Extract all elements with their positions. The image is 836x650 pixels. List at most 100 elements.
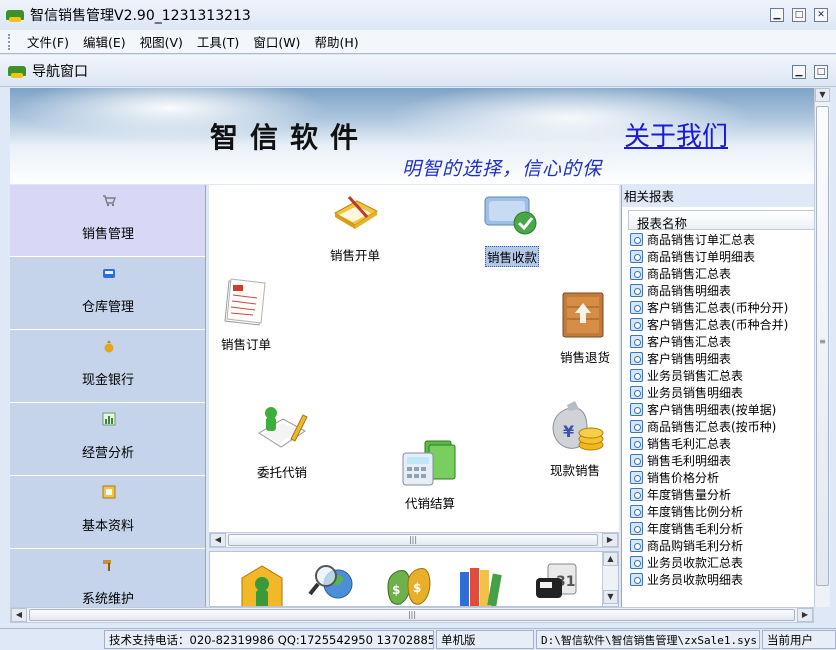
report-list-item[interactable]: 客户销售明细表(按单据) xyxy=(630,401,814,418)
scroll-right-icon[interactable]: ▶ xyxy=(602,533,618,547)
report-icon xyxy=(630,318,643,331)
report-icon xyxy=(630,369,643,382)
nav-label-system: 系统维护 xyxy=(81,592,134,607)
nav-item-warehouse[interactable]: 仓库管理 xyxy=(10,258,205,330)
report-item-label: 业务员收款明细表 xyxy=(647,573,744,587)
icon-strip-scrollbar[interactable]: ▲ ▼ xyxy=(602,552,618,606)
report-list-item[interactable]: 年度销售比例分析 xyxy=(630,503,814,520)
consign-sale-icon xyxy=(258,407,308,448)
child-window-title: 导航窗口 xyxy=(32,63,88,80)
scroll-down-icon[interactable]: ▼ xyxy=(603,590,618,604)
report-list-item[interactable]: 商品销售汇总表(按币种) xyxy=(630,418,814,435)
scroll-down-icon[interactable]: ▼ xyxy=(815,88,830,102)
report-list-item[interactable]: 销售毛利汇总表 xyxy=(630,435,814,452)
func-label-cash-sale: 现款销售 xyxy=(550,463,601,478)
menu-file[interactable]: 文件(F) xyxy=(20,30,76,53)
calendar-device-icon[interactable]: 31 xyxy=(532,558,584,607)
report-list-item[interactable]: 商品销售汇总表 xyxy=(630,265,814,282)
scroll-right-icon[interactable]: ▶ xyxy=(797,608,813,622)
report-list-item[interactable]: 销售价格分析 xyxy=(630,469,814,486)
money-bag-icon xyxy=(104,340,114,353)
nav-item-basic-data[interactable]: 基本资料 xyxy=(10,477,205,549)
report-list-item[interactable]: 商品销售明细表 xyxy=(630,282,814,299)
gold-person-icon[interactable] xyxy=(236,558,288,607)
reports-column-header[interactable]: 报表名称 xyxy=(628,210,814,231)
report-item-label: 销售毛利汇总表 xyxy=(647,437,732,451)
func-label-sales-slip: 销售开单 xyxy=(330,248,381,263)
report-icon xyxy=(630,573,643,586)
window-hscroll-thumb[interactable]: ||| xyxy=(29,609,795,621)
nav-item-system[interactable]: 系统维护 xyxy=(10,550,205,607)
banner-title: 智信软件 xyxy=(210,121,371,154)
status-support: 技术支持电话：020-82319986 QQ:1725542950 137028… xyxy=(104,630,434,649)
menu-edit[interactable]: 编辑(E) xyxy=(76,30,133,53)
minimize-icon[interactable]: ▁ xyxy=(770,8,784,22)
func-label-consign-settle: 代销结算 xyxy=(405,496,456,511)
report-list-item[interactable]: 业务员收款汇总表 xyxy=(630,554,814,571)
menu-bar: 文件(F) 编辑(E) 视图(V) 工具(T) 窗口(W) 帮助(H) xyxy=(0,30,836,54)
money-bags-icon[interactable]: $ $ xyxy=(382,558,434,607)
report-list: 商品销售订单汇总表 商品销售订单明细表 商品销售汇总表 商品销售明细表 客户销售汇总表(… xyxy=(630,231,814,588)
report-list-item[interactable]: 客户销售汇总表(币种分开) xyxy=(630,299,814,316)
report-icon xyxy=(630,403,643,416)
report-icon xyxy=(630,539,643,552)
child-restore-icon[interactable]: □ xyxy=(814,65,828,79)
report-list-item[interactable]: 业务员销售明细表 xyxy=(630,384,814,401)
maximize-icon[interactable]: □ xyxy=(792,8,806,22)
sales-receipt-icon xyxy=(484,196,537,235)
menu-tools[interactable]: 工具(T) xyxy=(190,30,246,53)
report-icon xyxy=(630,352,643,365)
window-controls: ▁ □ ✕ xyxy=(770,8,828,22)
report-icon xyxy=(630,488,643,501)
report-icon xyxy=(630,471,643,484)
reports-caption: 相关报表 xyxy=(622,185,814,207)
warehouse-icon xyxy=(103,269,115,278)
scroll-left-icon[interactable]: ◀ xyxy=(11,608,27,622)
window-hscrollbar[interactable]: ◀ ||| ▶ xyxy=(10,607,814,623)
menu-help[interactable]: 帮助(H) xyxy=(307,30,365,53)
report-item-label: 商品销售明细表 xyxy=(647,284,732,298)
function-pane-hscrollbar[interactable]: ◀ ||| ▶ xyxy=(209,532,619,548)
about-us-link[interactable]: 关于我们 xyxy=(624,116,728,153)
report-icon xyxy=(630,233,643,246)
report-list-item[interactable]: 客户销售明细表 xyxy=(630,350,814,367)
report-item-label: 商品销售订单汇总表 xyxy=(647,233,756,247)
status-mode: 单机版 xyxy=(436,630,534,649)
nav-item-sales[interactable]: 销售管理 xyxy=(10,185,205,257)
report-list-item[interactable]: 商品购销毛利分析 xyxy=(630,537,814,554)
magnifier-globe-icon[interactable] xyxy=(308,558,360,607)
quick-icon-strip: $ $ 31 ▲ ▼ xyxy=(209,551,619,607)
report-icon xyxy=(630,420,643,433)
scroll-up-icon[interactable]: ▲ xyxy=(603,552,618,566)
menu-window[interactable]: 窗口(W) xyxy=(246,30,307,53)
report-list-item[interactable]: 业务员销售汇总表 xyxy=(630,367,814,384)
report-icon xyxy=(630,505,643,518)
report-list-item[interactable]: 年度销售毛利分析 xyxy=(630,520,814,537)
vscroll-thumb[interactable]: ≡ xyxy=(816,106,829,586)
hscroll-thumb[interactable]: ||| xyxy=(228,534,598,546)
report-list-item[interactable]: 商品销售订单明细表 xyxy=(630,248,814,265)
report-list-item[interactable]: 业务员收款明细表 xyxy=(630,571,814,588)
report-item-label: 客户销售汇总表(币种合并) xyxy=(647,318,789,332)
report-list-item[interactable]: 年度销售量分析 xyxy=(630,486,814,503)
nav-item-cash-bank[interactable]: 现金银行 xyxy=(10,331,205,403)
child-minimize-icon[interactable]: ▁ xyxy=(792,65,806,79)
nav-item-analysis[interactable]: 经营分析 xyxy=(10,404,205,476)
close-icon[interactable]: ✕ xyxy=(814,8,828,22)
window-vscrollbar[interactable]: ▲ ≡ ▼ xyxy=(814,88,830,607)
scroll-left-icon[interactable]: ◀ xyxy=(210,533,226,547)
report-list-item[interactable]: 商品销售订单汇总表 xyxy=(630,231,814,248)
report-list-item[interactable]: 销售毛利明细表 xyxy=(630,452,814,469)
report-item-label: 年度销售比例分析 xyxy=(647,505,744,519)
books-icon[interactable] xyxy=(456,558,508,607)
document-icon xyxy=(102,485,116,499)
report-list-item[interactable]: 客户销售汇总表(币种合并) xyxy=(630,316,814,333)
menu-view[interactable]: 视图(V) xyxy=(133,30,190,53)
sales-slip-icon xyxy=(333,195,379,229)
func-label-consign-sale: 委托代销 xyxy=(257,465,308,480)
report-item-label: 销售价格分析 xyxy=(647,471,720,485)
toolbar-grip[interactable] xyxy=(8,33,12,50)
report-list-item[interactable]: 客户销售汇总表 xyxy=(630,333,814,350)
report-item-label: 商品购销毛利分析 xyxy=(647,539,744,553)
svg-text:$: $ xyxy=(392,583,400,597)
